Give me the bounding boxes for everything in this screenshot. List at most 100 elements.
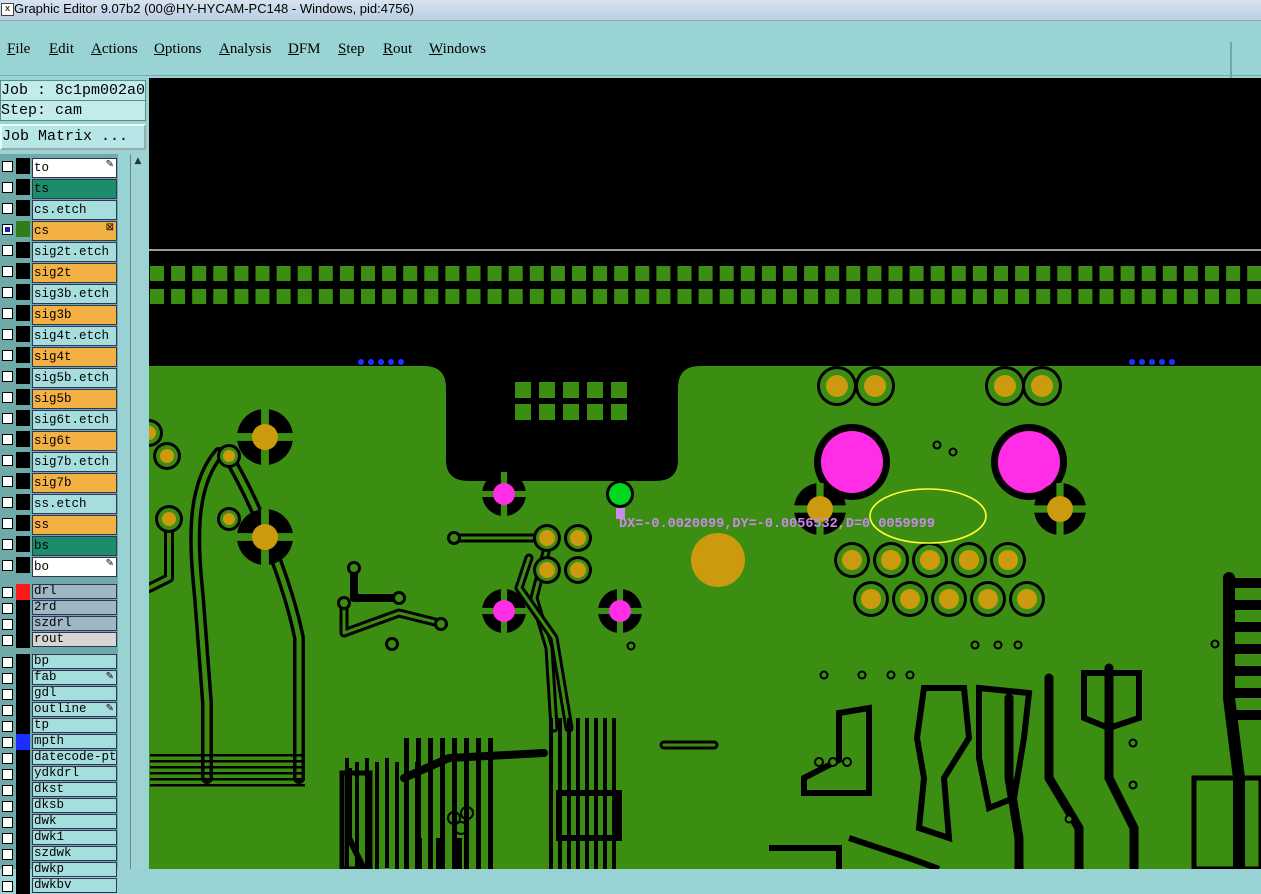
layer-checkbox[interactable] <box>2 245 13 256</box>
layer-row-dwk1[interactable]: dwk1 <box>0 830 118 846</box>
layer-row-to[interactable]: to ✎ <box>0 158 118 178</box>
menu-windows[interactable]: Windows <box>429 41 486 58</box>
layer-color-swatch[interactable] <box>16 536 30 552</box>
layer-row-dwkp[interactable]: dwkp <box>0 862 118 878</box>
layer-color-swatch[interactable] <box>16 878 30 894</box>
layer-color-swatch[interactable] <box>16 702 30 718</box>
layer-color-swatch[interactable] <box>16 686 30 702</box>
layer-color-swatch[interactable] <box>16 632 30 648</box>
layer-color-swatch[interactable] <box>16 263 30 279</box>
layer-checkbox[interactable] <box>2 587 13 598</box>
layer-checkbox[interactable] <box>2 849 13 860</box>
layer-row-bp[interactable]: bp <box>0 654 118 670</box>
graphic-canvas[interactable]: DX=-0.0020099,DY=-0.0056532,D=0.0059999 <box>149 78 1261 869</box>
layer-checkbox[interactable] <box>2 392 13 403</box>
layer-color-swatch[interactable] <box>16 368 30 384</box>
layer-color-swatch[interactable] <box>16 410 30 426</box>
layer-color-swatch[interactable] <box>16 347 30 363</box>
layer-checkbox[interactable] <box>2 560 13 571</box>
layer-name[interactable]: sig3b.etch <box>32 284 117 304</box>
layer-checkbox[interactable] <box>2 865 13 876</box>
layer-checkbox[interactable] <box>2 161 13 172</box>
layer-checkbox[interactable] <box>2 769 13 780</box>
layer-checkbox[interactable] <box>2 603 13 614</box>
layer-color-swatch[interactable] <box>16 158 30 174</box>
layer-name[interactable]: to <box>32 158 117 178</box>
layer-checkbox[interactable] <box>2 350 13 361</box>
layer-name[interactable]: dkst <box>32 782 117 797</box>
layer-name[interactable]: dwkp <box>32 862 117 877</box>
layer-color-swatch[interactable] <box>16 766 30 782</box>
layer-checkbox[interactable] <box>2 705 13 716</box>
layer-checkbox[interactable] <box>2 785 13 796</box>
layer-color-swatch[interactable] <box>16 431 30 447</box>
layer-color-swatch[interactable] <box>16 718 30 734</box>
layer-name[interactable]: sig4t <box>32 347 117 367</box>
layer-row-cs-etch[interactable]: cs.etch <box>0 200 118 220</box>
layer-row-dksb[interactable]: dksb <box>0 798 118 814</box>
layer-color-swatch[interactable] <box>16 494 30 510</box>
layer-name[interactable]: sig3b <box>32 305 117 325</box>
layer-row-dkst[interactable]: dkst <box>0 782 118 798</box>
layer-color-swatch[interactable] <box>16 305 30 321</box>
layer-row-sig3b-etch[interactable]: sig3b.etch <box>0 284 118 304</box>
job-matrix-button[interactable]: Job Matrix ... <box>0 124 146 150</box>
layer-name[interactable]: bo <box>32 557 117 577</box>
scroll-up-icon[interactable]: ▲ <box>132 154 144 168</box>
layer-color-swatch[interactable] <box>16 452 30 468</box>
layer-checkbox[interactable] <box>2 224 13 235</box>
layer-checkbox[interactable] <box>2 737 13 748</box>
layer-color-swatch[interactable] <box>16 284 30 300</box>
layer-name[interactable]: ydkdrl <box>32 766 117 781</box>
layer-row-dwk[interactable]: dwk <box>0 814 118 830</box>
layer-row-ss-etch[interactable]: ss.etch <box>0 494 118 514</box>
layer-name[interactable]: sig4t.etch <box>32 326 117 346</box>
layer-name[interactable]: datecode-ptop <box>32 750 117 765</box>
layer-name[interactable]: dksb <box>32 798 117 813</box>
layer-checkbox[interactable] <box>2 753 13 764</box>
layer-name[interactable]: ss.etch <box>32 494 117 514</box>
layer-name[interactable]: 2rd <box>32 600 117 615</box>
layer-checkbox[interactable] <box>2 287 13 298</box>
layer-row-bo[interactable]: bo ✎ <box>0 557 118 577</box>
layer-row-sig5b-etch[interactable]: sig5b.etch <box>0 368 118 388</box>
layer-checkbox[interactable] <box>2 539 13 550</box>
layer-name[interactable]: dwkbv <box>32 878 117 893</box>
layer-row-outline[interactable]: outline ✎ <box>0 702 118 718</box>
layer-name[interactable]: bs <box>32 536 117 556</box>
layer-checkbox[interactable] <box>2 476 13 487</box>
layer-name[interactable]: mpth <box>32 734 117 749</box>
layer-checkbox[interactable] <box>2 801 13 812</box>
layer-name[interactable]: sig6t.etch <box>32 410 117 430</box>
layer-name[interactable]: cs <box>32 221 117 241</box>
layer-name[interactable]: outline <box>32 702 117 717</box>
layer-checkbox[interactable] <box>2 657 13 668</box>
layer-name[interactable]: bp <box>32 654 117 669</box>
layer-row-sig7b[interactable]: sig7b <box>0 473 118 493</box>
layer-name[interactable]: sig6t <box>32 431 117 451</box>
menu-file[interactable]: File <box>7 41 30 58</box>
layer-color-swatch[interactable] <box>16 584 30 600</box>
layer-name[interactable]: sig7b.etch <box>32 452 117 472</box>
layer-name[interactable]: szdrl <box>32 616 117 631</box>
layer-checkbox[interactable] <box>2 413 13 424</box>
layer-row-sig2t-etch[interactable]: sig2t.etch <box>0 242 118 262</box>
layer-row-datecode-ptop[interactable]: datecode-ptop <box>0 750 118 766</box>
layer-name[interactable]: gdl <box>32 686 117 701</box>
layer-checkbox[interactable] <box>2 619 13 630</box>
layer-row-sig2t[interactable]: sig2t <box>0 263 118 283</box>
layer-row-2rd[interactable]: 2rd <box>0 600 118 616</box>
layer-row-cs[interactable]: cs ⊠ <box>0 221 118 241</box>
layer-row-ss[interactable]: ss <box>0 515 118 535</box>
menu-step[interactable]: Step <box>338 41 365 58</box>
layer-row-sig5b[interactable]: sig5b <box>0 389 118 409</box>
layer-checkbox[interactable] <box>2 497 13 508</box>
layer-row-sig4t-etch[interactable]: sig4t.etch <box>0 326 118 346</box>
layer-row-fab[interactable]: fab ✎ <box>0 670 118 686</box>
layer-checkbox[interactable] <box>2 881 13 892</box>
layer-checkbox[interactable] <box>2 371 13 382</box>
layer-row-gdl[interactable]: gdl <box>0 686 118 702</box>
layer-row-drl[interactable]: drl <box>0 584 118 600</box>
layer-name[interactable]: szdwk <box>32 846 117 861</box>
layer-name[interactable]: tp <box>32 718 117 733</box>
